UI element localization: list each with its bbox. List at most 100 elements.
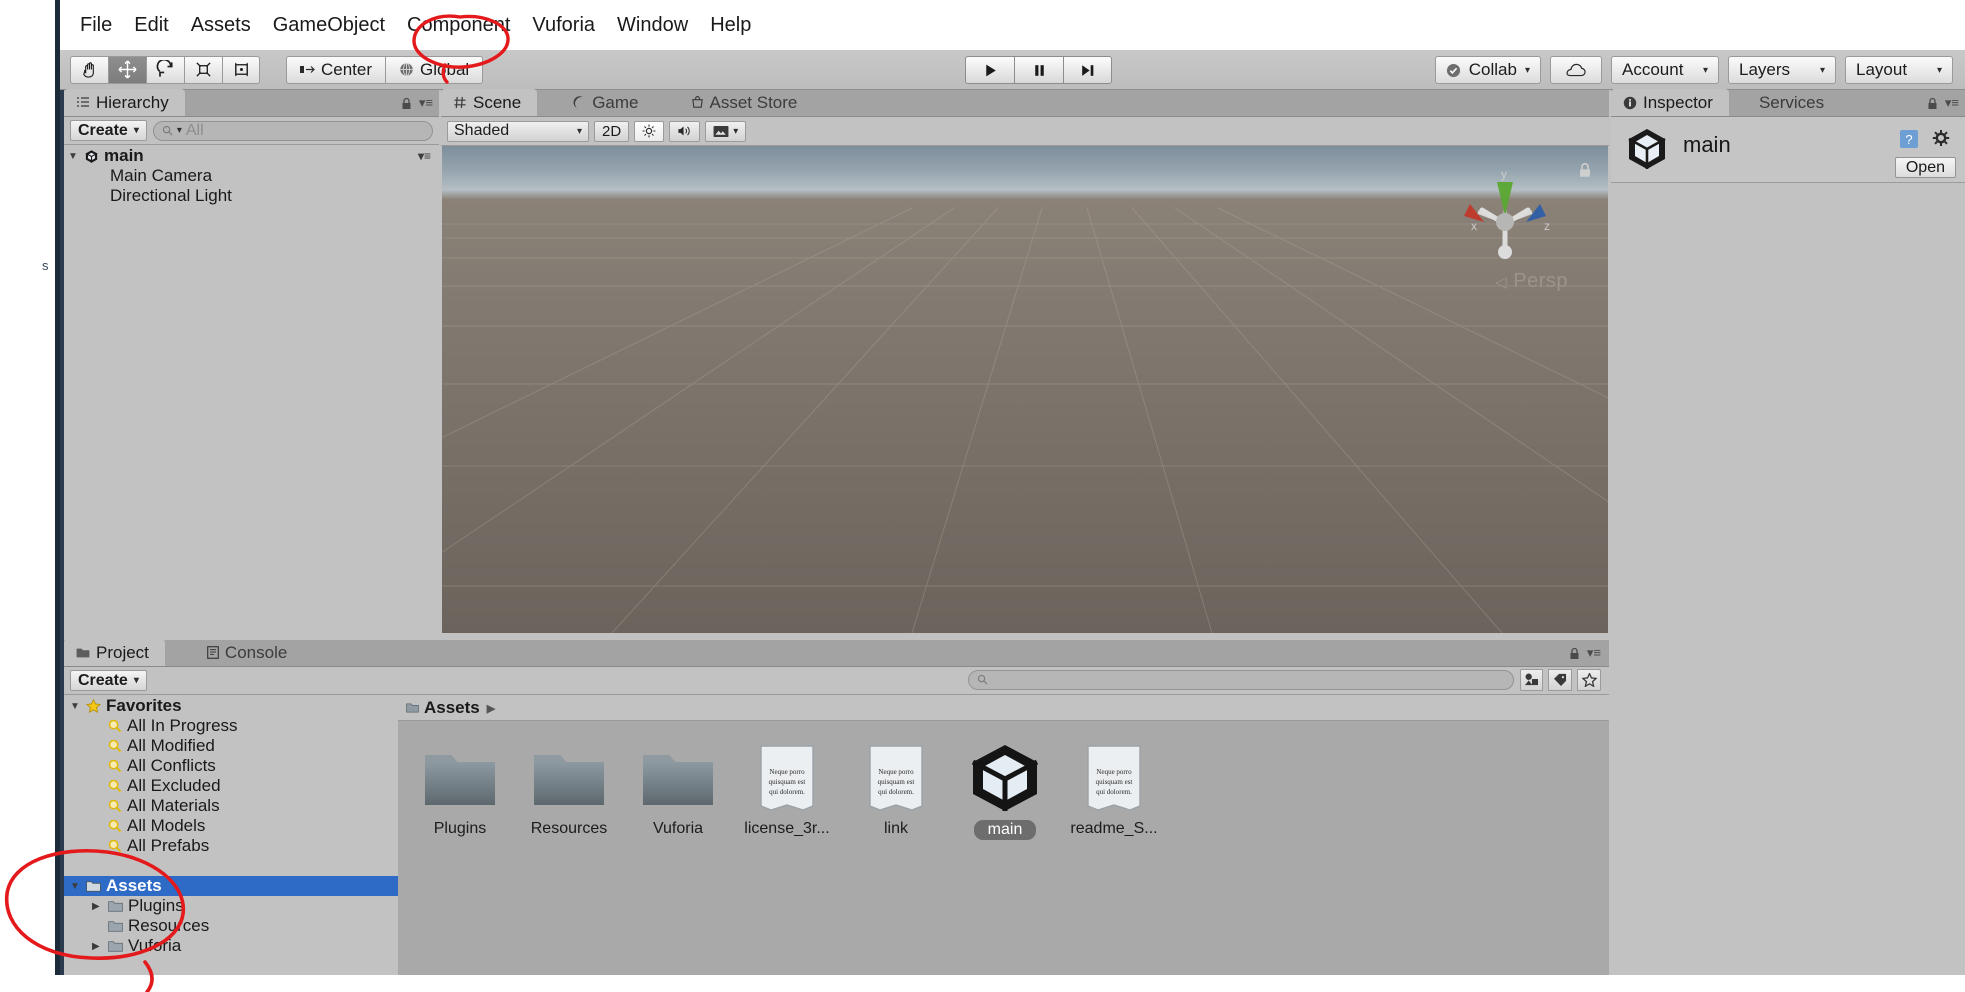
tab-services[interactable]: Services (1747, 89, 1840, 116)
asset-item[interactable]: Vuforia (632, 743, 724, 840)
hierarchy-scene-menu-icon[interactable]: ▾≡ (418, 149, 431, 163)
chevron-down-icon: ▾ (1702, 64, 1708, 76)
rotate-tool-button[interactable] (146, 55, 184, 84)
project-tree-item[interactable]: All Conflicts (64, 756, 398, 776)
move-tool-button[interactable] (108, 55, 146, 84)
shading-mode-dropdown[interactable]: Shaded ▾ (447, 120, 589, 142)
menu-gameobject[interactable]: GameObject (262, 11, 396, 39)
scene-viewport[interactable]: x z y ◁ Persp (442, 146, 1608, 633)
rect-tool-button[interactable] (222, 55, 260, 84)
step-button[interactable] (1063, 56, 1112, 84)
scene-2d-toggle[interactable]: 2D (594, 120, 630, 142)
breadcrumb-label: Assets (424, 698, 480, 717)
account-button[interactable]: Account ▾ (1611, 56, 1719, 84)
help-icon[interactable]: ? (1899, 129, 1919, 149)
svg-text:Neque porro: Neque porro (1096, 768, 1132, 776)
expand-arrow-open-icon[interactable]: ▼ (70, 881, 81, 892)
menu-assets[interactable]: Assets (180, 11, 262, 39)
asset-item[interactable]: Neque porro quisquam est qui dolorem. readm… (1068, 743, 1160, 840)
expand-arrow-icon[interactable]: ▶ (92, 901, 103, 912)
asset-label: Plugins (433, 820, 487, 837)
type-filter-icon[interactable] (1519, 668, 1544, 691)
project-panel: Project Console Create ▾ ▾≡ ▼ Favorites … (64, 639, 1609, 975)
project-tree-item[interactable]: ▶ Vuforia (64, 936, 398, 956)
space-mode-button[interactable]: Global (385, 55, 484, 84)
asset-item[interactable]: main (959, 743, 1051, 840)
expand-arrow-icon[interactable]: ▶ (92, 941, 103, 952)
hierarchy-menu-icon[interactable]: ▾≡ (419, 95, 433, 111)
project-tree-item[interactable]: ▼ Assets (64, 876, 398, 896)
menu-edit[interactable]: Edit (123, 11, 179, 39)
menu-window[interactable]: Window (606, 11, 699, 39)
cloud-button[interactable] (1550, 56, 1602, 84)
layout-button[interactable]: Layout ▾ (1845, 56, 1953, 84)
tab-label: Scene (473, 92, 522, 112)
project-search-input[interactable] (968, 669, 1514, 690)
tab-console[interactable]: Console (195, 639, 303, 666)
asset-label: Resources (530, 820, 608, 837)
project-create-button[interactable]: Create ▾ (70, 670, 147, 691)
menu-help[interactable]: Help (699, 11, 762, 39)
pause-button[interactable] (1014, 56, 1063, 84)
unity-editor-window: s File Edit Assets GameObject Component Vufor… (0, 0, 1965, 992)
project-tree-item[interactable]: All Prefabs (64, 836, 398, 856)
tab-project[interactable]: Project (64, 639, 165, 666)
unity-scene-icon (1628, 129, 1666, 169)
project-tree-item[interactable]: Resources (64, 916, 398, 936)
asset-label: link (883, 820, 908, 837)
project-tree-label: All Materials (127, 796, 220, 815)
project-tree-item[interactable]: All Excluded (64, 776, 398, 796)
asset-item[interactable]: Plugins (414, 743, 506, 840)
search-icon (108, 759, 122, 773)
layers-button[interactable]: Layers ▾ (1728, 56, 1836, 84)
hierarchy-item[interactable]: ▼ main ▾≡ (64, 146, 439, 166)
scene-audio-toggle[interactable] (669, 120, 701, 142)
tab-scene[interactable]: Scene (441, 89, 538, 116)
space-mode-label: Global (420, 59, 470, 79)
label-filter-icon[interactable] (1548, 668, 1573, 691)
asset-item[interactable]: Neque porro quisquam est qui dolorem. licen… (741, 743, 833, 840)
scene-lock-icon[interactable] (1578, 162, 1592, 178)
tab-inspector[interactable]: Inspector (1611, 89, 1729, 116)
layers-label: Layers (1739, 60, 1791, 79)
tab-game[interactable]: Game (561, 89, 654, 116)
asset-item[interactable]: Neque porro quisquam est qui dolorem. link (850, 743, 942, 840)
hand-tool-button[interactable] (70, 55, 108, 84)
inspector-open-button[interactable]: Open (1894, 157, 1956, 178)
scene-perspective-label[interactable]: ◁ Persp (1495, 270, 1568, 293)
project-tree-item[interactable]: All In Progress (64, 716, 398, 736)
inspector-menu-icon[interactable]: ▾≡ (1945, 95, 1959, 111)
hierarchy-item[interactable]: Directional Light (64, 186, 439, 206)
asset-label: Vuforia (652, 820, 704, 837)
search-icon (108, 819, 122, 833)
project-tree-item[interactable]: ▶ Plugins (64, 896, 398, 916)
project-tree-item[interactable]: ▼ Favorites (64, 696, 398, 716)
collab-check-icon (1446, 63, 1460, 77)
favorite-filter-icon[interactable] (1577, 668, 1602, 691)
hierarchy-create-button[interactable]: Create ▾ (70, 120, 147, 141)
pivot-mode-label: Center (321, 59, 373, 79)
project-menu-icon[interactable]: ▾≡ (1587, 645, 1601, 661)
menu-vuforia[interactable]: Vuforia (521, 11, 606, 39)
project-tree-item[interactable]: All Materials (64, 796, 398, 816)
play-button[interactable] (965, 56, 1014, 84)
expand-arrow-open-icon[interactable]: ▼ (68, 151, 79, 162)
gear-icon[interactable] (1931, 129, 1951, 149)
collab-button[interactable]: Collab ▾ (1434, 56, 1541, 84)
project-tree-item[interactable]: All Models (64, 816, 398, 836)
menu-component[interactable]: Component (396, 11, 521, 39)
scene-lighting-toggle[interactable] (634, 120, 665, 142)
tab-hierarchy[interactable]: Hierarchy (64, 89, 185, 116)
center-icon (300, 66, 315, 73)
tab-asset-store[interactable]: Asset Store (679, 89, 814, 116)
scale-tool-button[interactable] (184, 55, 222, 84)
lock-icon[interactable] (1927, 97, 1938, 110)
expand-arrow-open-icon[interactable]: ▼ (70, 701, 81, 712)
hierarchy-item[interactable]: Main Camera (64, 166, 439, 186)
project-tree-item[interactable]: All Modified (64, 736, 398, 756)
pivot-mode-button[interactable]: Center (286, 55, 386, 84)
hierarchy-search-input[interactable]: ▾ All (152, 120, 433, 141)
menu-file[interactable]: File (69, 11, 123, 39)
scene-effects-toggle[interactable]: ▾ (705, 120, 747, 142)
asset-item[interactable]: Resources (523, 743, 615, 840)
